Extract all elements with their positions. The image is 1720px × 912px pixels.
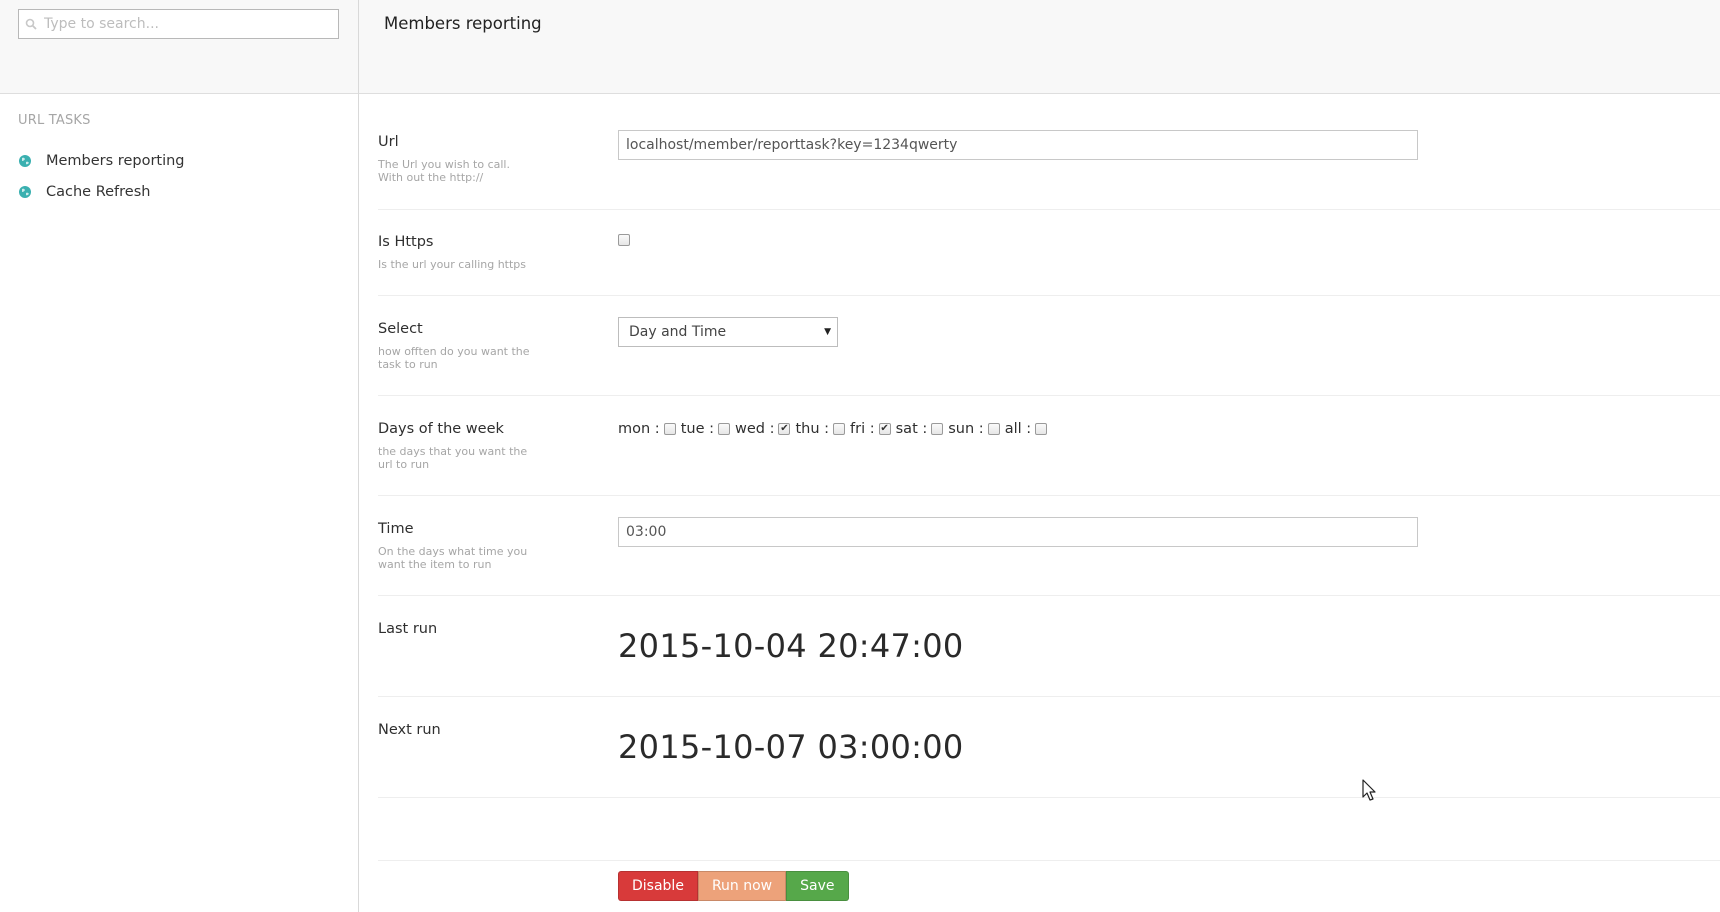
tree-item-label: Cache Refresh — [46, 184, 151, 200]
day-wed: wed : ✔ — [734, 421, 791, 437]
chevron-down-icon: ▼ — [824, 327, 831, 337]
day-label: wed : — [734, 421, 775, 437]
tree-heading: URL TASKS — [18, 113, 91, 128]
tree-item-cache-refresh[interactable]: Cache Refresh — [18, 180, 150, 204]
search-box[interactable] — [18, 9, 339, 39]
day-checkbox-all[interactable] — [1035, 423, 1048, 435]
globe-icon — [19, 155, 31, 167]
buttons-divider — [378, 820, 1720, 861]
time-label: Time — [378, 521, 414, 537]
day-fri: fri : ✔ — [850, 421, 891, 437]
sidebar-header — [0, 0, 358, 94]
day-checkbox-wed[interactable]: ✔ — [778, 423, 791, 435]
day-label: fri : — [850, 421, 875, 437]
is-https-checkbox[interactable] — [618, 234, 630, 246]
tree-item-members-reporting[interactable]: Members reporting — [18, 149, 185, 173]
day-label: sat : — [895, 421, 928, 437]
mouse-cursor-icon — [1362, 779, 1376, 801]
time-row: Time On the days what time you want the … — [378, 517, 1720, 596]
day-thu: thu : — [795, 421, 846, 437]
next-run-row: Next run 2015-10-07 03:00:00 — [378, 722, 1720, 798]
next-run-value: 2015-10-07 03:00:00 — [618, 728, 964, 766]
day-label: mon : — [618, 421, 660, 437]
sidebar: URL TASKS Members reporting Cache Refres… — [0, 0, 359, 912]
select-description: how offten do you want the task to run — [378, 345, 530, 371]
frequency-select[interactable]: Day and Time ▼ — [618, 317, 838, 347]
run-now-button[interactable]: Run now — [697, 871, 787, 901]
select-label: Select — [378, 321, 423, 337]
is-https-label: Is Https — [378, 234, 434, 250]
url-description: The Url you wish to call. With out the h… — [378, 158, 510, 184]
url-label: Url — [378, 134, 399, 150]
main-header: Members reporting — [359, 0, 1720, 94]
day-checkbox-sat[interactable] — [931, 423, 944, 435]
day-checkbox-mon[interactable] — [663, 423, 676, 435]
days-checkbox-group: mon : tue : wed : ✔ thu : fri : ✔ sat : su… — [618, 421, 1052, 437]
disable-button[interactable]: Disable — [618, 871, 698, 901]
day-label: all : — [1004, 421, 1032, 437]
action-buttons: Disable Run now Save — [618, 871, 849, 901]
day-checkbox-thu[interactable] — [833, 423, 846, 435]
is-https-row: Is Https Is the url your calling https — [378, 234, 1720, 296]
day-checkbox-tue[interactable] — [717, 423, 730, 435]
days-row: Days of the week the days that you want … — [378, 421, 1720, 496]
url-input[interactable] — [618, 130, 1418, 160]
days-label: Days of the week — [378, 421, 504, 437]
days-description: the days that you want the url to run — [378, 445, 528, 471]
tree-item-label: Members reporting — [46, 153, 185, 169]
time-input[interactable] — [618, 517, 1418, 547]
time-description: On the days what time you want the item … — [378, 545, 528, 571]
page-title: Members reporting — [384, 14, 542, 33]
day-sat: sat : — [896, 421, 944, 437]
url-row: Url The Url you wish to call. With out t… — [378, 130, 1720, 210]
next-run-label: Next run — [378, 722, 441, 738]
frequency-select-value: Day and Time — [629, 324, 727, 340]
globe-icon — [19, 186, 31, 198]
search-icon — [25, 18, 37, 30]
day-label: thu : — [795, 421, 830, 437]
select-row: Select how offten do you want the task t… — [378, 317, 1720, 396]
day-tue: tue : — [681, 421, 730, 437]
day-label: tue : — [680, 421, 714, 437]
day-sun: sun : — [948, 421, 1000, 437]
app-window: URL TASKS Members reporting Cache Refres… — [0, 0, 1720, 912]
main-panel: Members reporting Url The Url you wish t… — [359, 0, 1720, 912]
search-input[interactable] — [44, 10, 336, 38]
last-run-label: Last run — [378, 621, 438, 637]
last-run-row: Last run 2015-10-04 20:47:00 — [378, 621, 1720, 697]
day-checkbox-sun[interactable] — [987, 423, 1000, 435]
is-https-description: Is the url your calling https — [378, 258, 527, 271]
day-label: sun : — [948, 421, 984, 437]
day-mon: mon : — [618, 421, 676, 437]
day-checkbox-fri[interactable]: ✔ — [878, 423, 891, 435]
save-button[interactable]: Save — [786, 871, 849, 901]
last-run-value: 2015-10-04 20:47:00 — [618, 627, 964, 665]
day-all: all : — [1004, 421, 1048, 437]
